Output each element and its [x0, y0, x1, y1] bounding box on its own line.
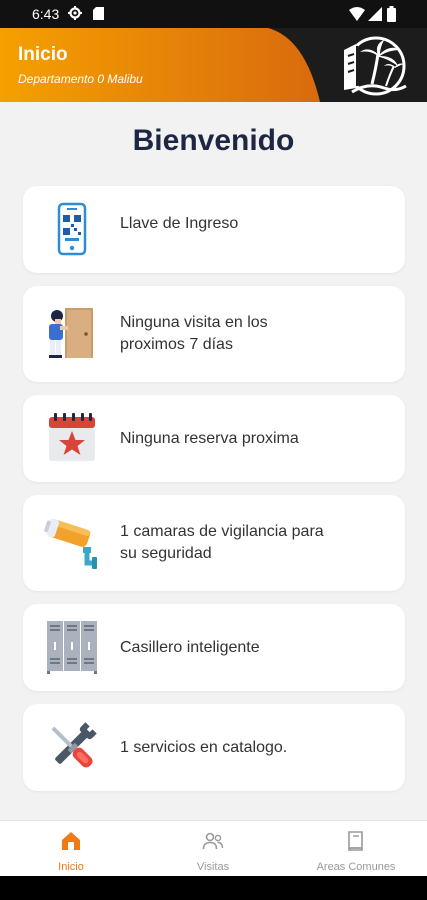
people-icon [202, 832, 224, 850]
cameras-label-line2: su seguridad [120, 545, 212, 562]
status-time: 6:43 [32, 6, 60, 22]
access-key-card[interactable]: Llave de Ingreso [23, 186, 405, 273]
battery-icon [387, 6, 396, 22]
sd-card-icon [93, 7, 104, 20]
bottom-navigation: Inicio Visitas Areas Comunes [0, 820, 427, 876]
signal-icon [368, 7, 382, 21]
nav-item-visitas[interactable]: Visitas [142, 821, 284, 877]
cameras-label: 1 camaras de vigilancia para su segurida… [120, 521, 385, 565]
reservations-card[interactable]: Ninguna reserva proxima [23, 395, 405, 482]
welcome-heading: Bienvenido [132, 124, 295, 157]
page-title: Inicio [18, 44, 68, 65]
smart-locker-card[interactable]: Casillero inteligente [23, 604, 405, 691]
app-header: Inicio Departamento 0 Malibu [0, 28, 427, 102]
status-bar: 6:43 [0, 0, 427, 28]
smart-locker-label: Casillero inteligente [120, 639, 260, 656]
tools-icon [51, 722, 97, 768]
visits-card[interactable]: Ninguna visita en los proximos 7 días [23, 286, 405, 382]
gear-icon [68, 6, 82, 20]
visits-label: Ninguna visita en los proximos 7 días [120, 312, 385, 356]
nav-label-inicio: Inicio [58, 861, 84, 873]
home-icon [62, 832, 80, 850]
services-card[interactable]: 1 servicios en catalogo. [23, 704, 405, 791]
nav-label-areas-comunes: Areas Comunes [316, 861, 396, 873]
security-camera-icon [44, 518, 97, 569]
visitor-door-icon [49, 308, 93, 358]
nav-item-inicio[interactable]: Inicio [0, 821, 142, 877]
system-gesture-bar [0, 876, 427, 900]
visits-label-line1: Ninguna visita en los [120, 314, 268, 331]
book-icon [348, 831, 363, 851]
cameras-label-line1: 1 camaras de vigilancia para [120, 523, 324, 540]
access-key-label: Llave de Ingreso [120, 215, 239, 232]
cameras-card[interactable]: 1 camaras de vigilancia para su segurida… [23, 495, 405, 591]
wifi-icon [349, 7, 365, 21]
reservations-label: Ninguna reserva proxima [120, 430, 299, 447]
calendar-star-icon [49, 413, 95, 461]
palm-logo-icon [344, 36, 407, 96]
department-subtitle: Departamento 0 Malibu [18, 72, 143, 86]
qr-phone-icon [57, 202, 87, 256]
nav-label-visitas: Visitas [196, 861, 230, 873]
nav-item-areas-comunes[interactable]: Areas Comunes [285, 821, 427, 877]
lockers-icon [47, 621, 97, 674]
services-label: 1 servicios en catalogo. [120, 739, 288, 756]
visits-label-line2: proximos 7 días [120, 336, 233, 353]
